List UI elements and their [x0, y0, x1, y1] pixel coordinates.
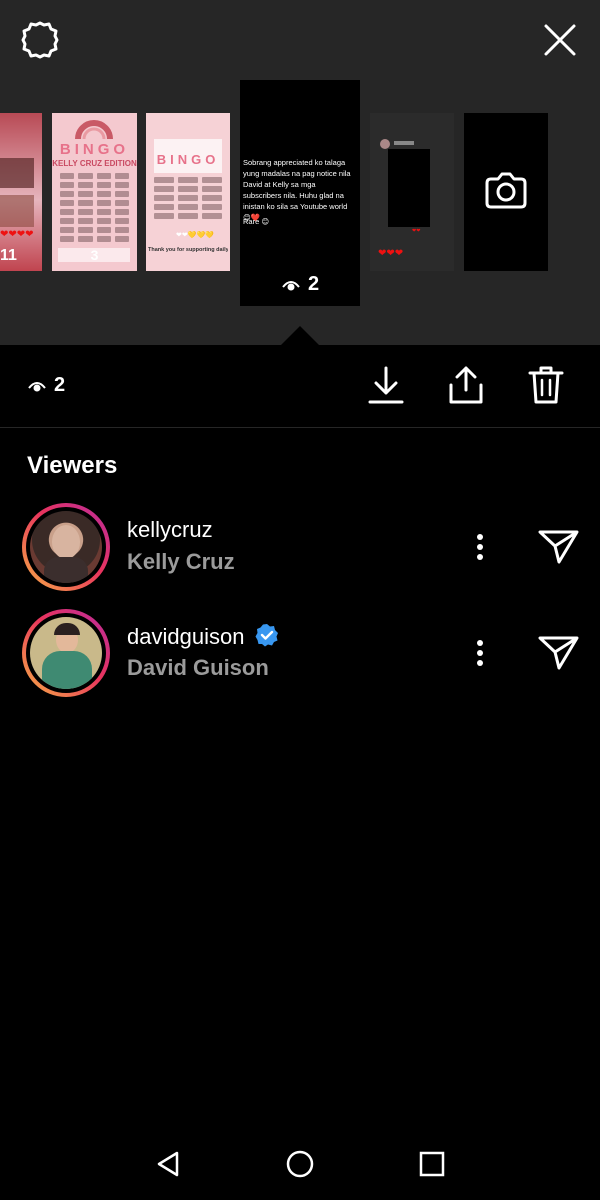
viewer-row[interactable]: davidguison David Guison: [0, 609, 600, 699]
share-button[interactable]: [444, 363, 488, 407]
more-vertical-icon: [477, 640, 483, 666]
hearts-text: ❤❤❤: [378, 248, 404, 259]
recents-square-icon: [419, 1151, 445, 1177]
close-button[interactable]: [538, 18, 582, 62]
paper-plane-icon: [538, 530, 579, 564]
selected-story-thumbnail[interactable]: Sobrang appreciated ko talaga yung madal…: [240, 80, 360, 306]
hearts-text: ❤❤❤❤: [0, 229, 34, 240]
bingo-title: BINGO: [156, 152, 220, 167]
more-vertical-icon: [477, 534, 483, 560]
view-count-label: 11: [0, 247, 17, 264]
settings-button[interactable]: [18, 18, 62, 62]
story-thumbnail[interactable]: ❤❤ ❤❤❤: [370, 113, 454, 271]
viewer-row[interactable]: kellycruz Kelly Cruz: [0, 503, 600, 593]
rainbow-graphic: [75, 120, 113, 139]
story-tray: ❤❤❤❤ 11 BINGO KELLY CRUZ EDITION 3 BINGO: [0, 0, 600, 345]
hearts-text: ❤❤💛💛💛: [176, 232, 214, 239]
avatar: [380, 139, 390, 149]
camera-icon: [485, 172, 527, 209]
home-circle-icon: [286, 1150, 314, 1178]
bingo-grid: [154, 177, 222, 219]
story-caption-rare: Rare 😊: [243, 217, 270, 226]
story-thumbnail[interactable]: BINGO KELLY CRUZ EDITION 3: [52, 113, 137, 271]
download-button[interactable]: [364, 363, 408, 407]
hearts-text: ❤❤: [412, 228, 421, 234]
username[interactable]: kellycruz: [127, 517, 213, 543]
gear-icon: [21, 21, 59, 59]
username-text[interactable]: davidguison: [127, 624, 244, 649]
bingo-subtitle: KELLY CRUZ EDITION: [52, 159, 137, 168]
post-card: [388, 149, 430, 227]
story-thumbnail[interactable]: BINGO ❤❤💛💛💛 Thank you for supporting dai…: [146, 113, 230, 271]
text-bar: [394, 141, 414, 145]
more-options-button[interactable]: [462, 525, 498, 569]
home-button[interactable]: [280, 1142, 320, 1186]
share-icon: [449, 366, 483, 404]
bingo-title: BINGO: [59, 141, 130, 158]
avatar[interactable]: [22, 503, 110, 591]
view-count-label: 2: [308, 273, 320, 295]
recents-button[interactable]: [412, 1142, 452, 1186]
story-thumbnail[interactable]: ❤❤❤❤ 11: [0, 113, 42, 271]
full-name: Kelly Cruz: [127, 549, 235, 574]
paper-plane-icon: [538, 636, 579, 670]
trash-icon: [528, 366, 564, 404]
avatar[interactable]: [22, 609, 110, 697]
viewers-heading: Viewers: [27, 452, 118, 479]
username[interactable]: davidguison: [127, 623, 279, 650]
download-icon: [368, 366, 404, 404]
total-views: 2: [28, 374, 65, 397]
full-name: David Guison: [127, 655, 269, 680]
send-message-button[interactable]: [534, 629, 584, 677]
bingo-grid: [60, 173, 129, 242]
photo-collage: [0, 195, 34, 227]
photo-collage: [0, 158, 34, 188]
story-caption: Sobrang appreciated ko talaga yung madal…: [243, 158, 351, 222]
verified-badge-icon: [255, 624, 278, 647]
selection-pointer: [280, 326, 320, 346]
more-options-button[interactable]: [462, 631, 498, 675]
footer-text: Thank you for supporting daily live: [148, 247, 228, 253]
story-view-count: 2: [282, 273, 319, 296]
eye-icon: [28, 381, 46, 391]
back-triangle-icon: [157, 1151, 179, 1177]
back-button[interactable]: [148, 1142, 188, 1186]
send-message-button[interactable]: [534, 523, 584, 571]
story-action-bar: 2: [0, 345, 600, 428]
close-icon: [544, 24, 576, 56]
view-count-label: 2: [54, 374, 66, 396]
add-story-button[interactable]: [464, 113, 548, 271]
delete-button[interactable]: [524, 363, 568, 407]
system-navigation-bar: [0, 1128, 600, 1200]
eye-icon: [282, 280, 300, 290]
view-count-label: 3: [90, 247, 99, 263]
